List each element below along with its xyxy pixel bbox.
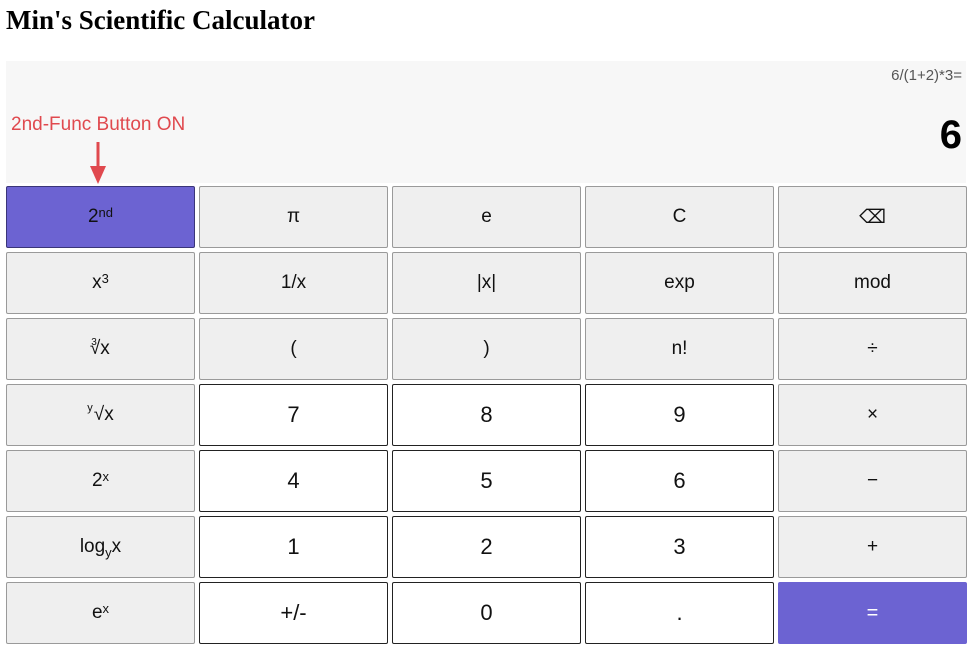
- digit-2-button[interactable]: 2: [392, 516, 581, 578]
- cube-root-button[interactable]: 3 √ x: [6, 318, 195, 380]
- backspace-button[interactable]: ⌫: [778, 186, 967, 248]
- negate-button[interactable]: +/-: [199, 582, 388, 644]
- digit-5-button[interactable]: 5: [392, 450, 581, 512]
- second-function-sup: nd: [98, 204, 114, 220]
- cube-root-radicand: x: [100, 338, 110, 359]
- y-root-radical-icon: √: [93, 404, 105, 425]
- absolute-value-button[interactable]: |x|: [392, 252, 581, 314]
- e-power-sup: x: [102, 600, 110, 616]
- plus-button[interactable]: +: [778, 516, 967, 578]
- exp-button[interactable]: exp: [585, 252, 774, 314]
- digit-9-button[interactable]: 9: [585, 384, 774, 446]
- second-function-base: 2: [87, 206, 99, 227]
- minus-button[interactable]: −: [778, 450, 967, 512]
- close-paren-button[interactable]: ): [392, 318, 581, 380]
- digit-3-button[interactable]: 3: [585, 516, 774, 578]
- multiply-button[interactable]: ×: [778, 384, 967, 446]
- backspace-icon: ⌫: [859, 206, 886, 228]
- y-root-button[interactable]: y √ x: [6, 384, 195, 446]
- divide-button[interactable]: ÷: [778, 318, 967, 380]
- expression-readout: 6/(1+2)*3=: [891, 67, 962, 84]
- clear-button[interactable]: C: [585, 186, 774, 248]
- app-title: Min's Scientific Calculator: [6, 5, 315, 35]
- reciprocal-button[interactable]: 1/x: [199, 252, 388, 314]
- two-power-sup: x: [102, 468, 110, 484]
- digit-0-button[interactable]: 0: [392, 582, 581, 644]
- second-function-button[interactable]: 2nd: [6, 186, 195, 248]
- digit-4-button[interactable]: 4: [199, 450, 388, 512]
- result-readout: 6: [939, 113, 962, 157]
- e-power-base: e: [91, 602, 103, 623]
- y-root-index: y: [87, 402, 93, 414]
- log-y-sub: y: [105, 544, 112, 560]
- cube-root-index: 3: [91, 336, 97, 348]
- annotation-arrow-icon: [90, 142, 106, 184]
- keypad: 2nd π e C ⌫ x3 1/x |x| exp mod 3 √ x ( ) n…: [6, 186, 968, 644]
- equals-button[interactable]: =: [778, 582, 967, 644]
- e-power-button[interactable]: ex: [6, 582, 195, 644]
- digit-8-button[interactable]: 8: [392, 384, 581, 446]
- cube-sup: 3: [101, 270, 109, 286]
- log-y-button[interactable]: log y x: [6, 516, 195, 578]
- decimal-button[interactable]: .: [585, 582, 774, 644]
- digit-6-button[interactable]: 6: [585, 450, 774, 512]
- two-power-button[interactable]: 2x: [6, 450, 195, 512]
- cube-base: x: [92, 272, 102, 293]
- pi-button[interactable]: π: [199, 186, 388, 248]
- factorial-button[interactable]: n!: [585, 318, 774, 380]
- cube-button[interactable]: x3: [6, 252, 195, 314]
- y-root-radicand: x: [104, 404, 114, 425]
- log-y-arg: x: [111, 536, 122, 557]
- e-constant-button[interactable]: e: [392, 186, 581, 248]
- second-func-annotation: 2nd-Func Button ON: [11, 114, 186, 135]
- mod-button[interactable]: mod: [778, 252, 967, 314]
- open-paren-button[interactable]: (: [199, 318, 388, 380]
- digit-1-button[interactable]: 1: [199, 516, 388, 578]
- two-power-base: 2: [91, 470, 103, 491]
- digit-7-button[interactable]: 7: [199, 384, 388, 446]
- log-y-base: log: [79, 536, 106, 557]
